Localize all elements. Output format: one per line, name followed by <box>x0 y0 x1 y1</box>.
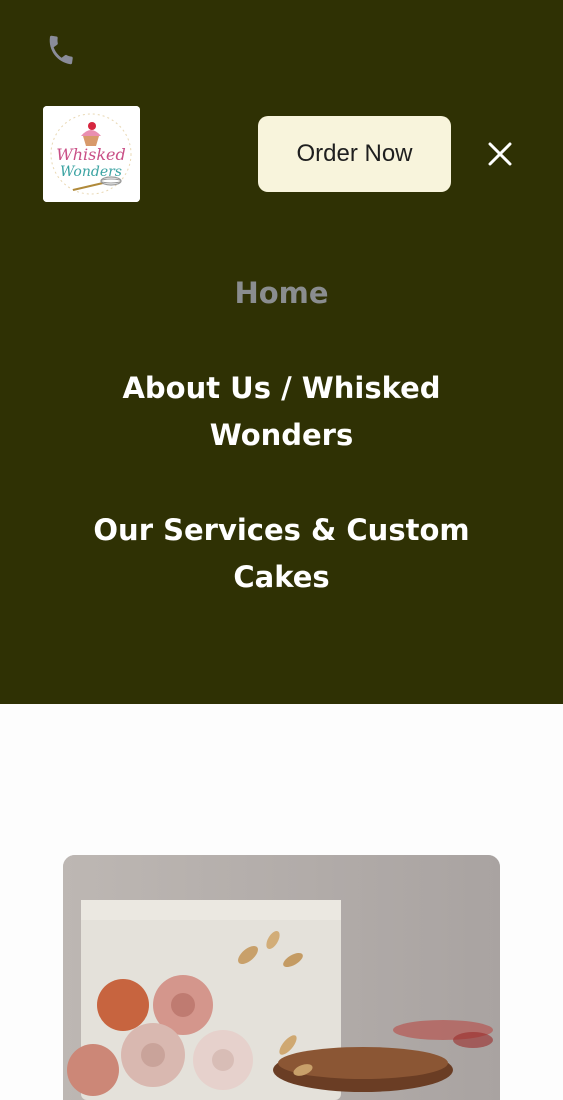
mobile-menu-panel: Whisked Wonders Order Now Home About Us … <box>0 0 563 704</box>
hero-cake-image <box>63 855 500 1100</box>
nav-item-about-us[interactable]: About Us / Whisked Wonders <box>92 365 472 459</box>
logo[interactable]: Whisked Wonders <box>43 106 140 202</box>
logo-line1: Whisked <box>56 145 125 164</box>
nav-item-services[interactable]: Our Services & Custom Cakes <box>92 507 472 601</box>
nav-item-home[interactable]: Home <box>92 270 472 317</box>
main-nav: Home About Us / Whisked Wonders Our Serv… <box>0 270 563 601</box>
order-now-button[interactable]: Order Now <box>258 116 451 192</box>
phone-icon[interactable] <box>44 33 78 67</box>
close-icon[interactable] <box>482 136 518 172</box>
